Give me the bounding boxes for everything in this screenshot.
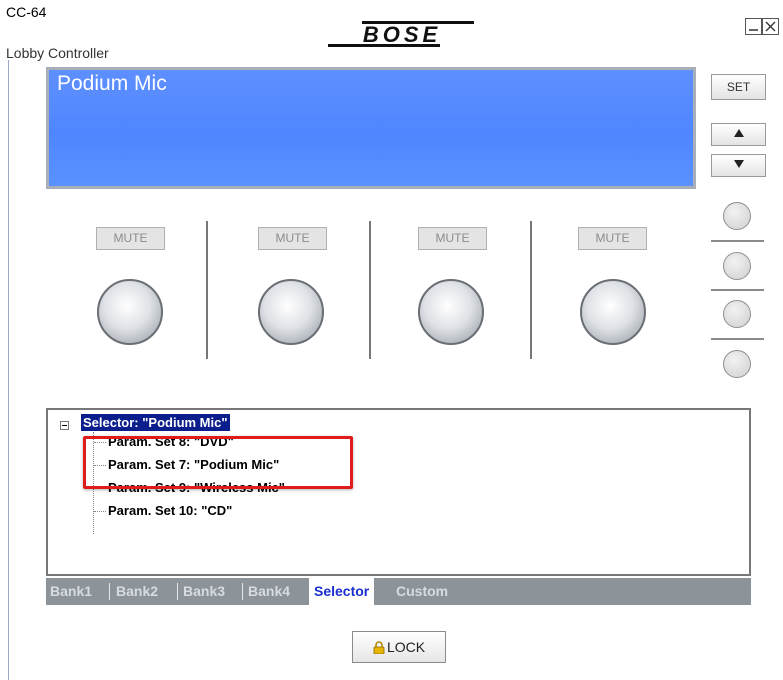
collapse-icon[interactable] [60,421,69,430]
lcd-display: Podium Mic [46,67,696,189]
bose-logo-text: BOSE [363,22,441,47]
padlock-icon [373,641,385,654]
mute-button-2[interactable]: MUTE [258,227,327,250]
tree-item-param-set-10[interactable]: Param. Set 10: "CD" [108,503,232,518]
minimize-button[interactable] [745,18,762,35]
volume-knob-2[interactable] [258,279,324,345]
triangle-up-icon [733,129,744,137]
tab-selector[interactable]: Selector [309,578,375,605]
side-led-2[interactable] [723,252,751,280]
channel-divider [206,221,208,359]
tab-separator [109,583,110,600]
down-button[interactable] [711,154,766,177]
side-led-3[interactable] [723,300,751,328]
tab-bank2[interactable]: Bank2 [116,578,158,605]
volume-knob-4[interactable] [580,279,646,345]
tab-bank3[interactable]: Bank3 [183,578,225,605]
lock-label: LOCK [386,639,426,655]
channel-divider [369,221,371,359]
up-button[interactable] [711,123,766,146]
cc64-window: CC-64 Lobby Controller BOSE Podium Mic S… [0,0,783,680]
selector-tree[interactable]: Selector: "Podium Mic" Param. Set 8: "DV… [46,408,751,576]
lock-button[interactable]: LOCK [352,631,446,663]
bose-logo: BOSE [328,21,474,47]
tab-separator [177,583,178,600]
window-title: CC-64 [6,4,47,20]
tab-separator [242,583,243,600]
mute-button-3[interactable]: MUTE [418,227,487,250]
side-led-4[interactable] [723,350,751,378]
mute-button-4[interactable]: MUTE [578,227,647,250]
window-subtitle: Lobby Controller [6,45,109,61]
annotation-highlight-box [83,436,353,489]
display-text: Podium Mic [57,72,167,95]
bank-tab-bar: Bank1 Bank2 Bank3 Bank4 Selector Custom [46,578,751,605]
tab-custom[interactable]: Custom [396,578,448,605]
triangle-down-icon [733,160,744,168]
side-divider [711,289,764,291]
minimize-icon [749,29,758,31]
close-icon [765,21,776,32]
tab-bank1[interactable]: Bank1 [50,578,92,605]
close-button[interactable] [762,18,779,35]
set-button[interactable]: SET [711,74,766,100]
tree-root-selector[interactable]: Selector: "Podium Mic" [81,414,230,431]
window-left-border [8,60,9,680]
tree-connector [94,511,106,512]
volume-knob-3[interactable] [418,279,484,345]
volume-knob-1[interactable] [97,279,163,345]
side-divider [711,338,764,340]
channel-divider [530,221,532,359]
side-divider [711,240,764,242]
mute-button-1[interactable]: MUTE [96,227,165,250]
tab-bank4[interactable]: Bank4 [248,578,290,605]
side-led-1[interactable] [723,202,751,230]
